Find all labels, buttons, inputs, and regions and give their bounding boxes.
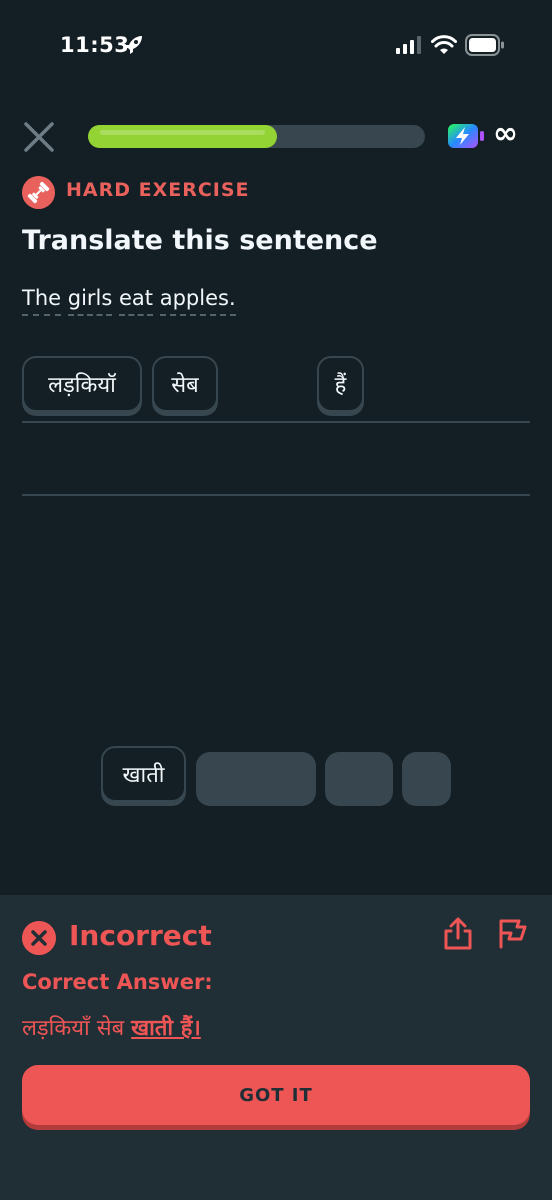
error-x-icon bbox=[22, 921, 56, 955]
word-bank-empty-slot bbox=[325, 752, 393, 806]
battery-icon bbox=[465, 34, 504, 56]
correct-answer-label: Correct Answer: bbox=[22, 970, 213, 994]
close-icon[interactable] bbox=[21, 119, 57, 155]
status-time: 11:53 bbox=[60, 33, 130, 57]
feedback-title: Incorrect bbox=[69, 919, 212, 952]
wifi-icon bbox=[431, 35, 457, 54]
status-bar: 11:53 bbox=[0, 0, 552, 90]
answer-line bbox=[22, 494, 530, 496]
prompt-word[interactable]: eat bbox=[119, 286, 154, 316]
dumbbell-icon bbox=[22, 176, 55, 209]
share-icon[interactable] bbox=[442, 917, 474, 951]
energy-value: ∞ bbox=[493, 116, 518, 151]
prompt-word[interactable]: apples. bbox=[159, 286, 236, 316]
exercise-screen: 11:53 ∞ HARD EXERCISE Translate this sen… bbox=[0, 0, 552, 1200]
flag-icon[interactable] bbox=[497, 917, 529, 951]
correct-answer-highlight: खाती हैं। bbox=[131, 1016, 201, 1041]
progress-bar bbox=[88, 125, 425, 148]
signal-icon bbox=[396, 36, 421, 54]
got-it-button[interactable]: GOT IT bbox=[22, 1065, 530, 1125]
answer-chip[interactable]: सेब bbox=[152, 356, 218, 412]
progress-fill bbox=[88, 125, 277, 148]
correct-answer-text: लड़कियाँ सेब खाती हैं। bbox=[22, 1012, 201, 1042]
word-bank-empty-slot bbox=[402, 752, 451, 806]
prompt-sentence: The girls eat apples. bbox=[22, 286, 236, 316]
word-bank-chip[interactable]: खाती bbox=[101, 746, 186, 802]
hard-exercise-label: HARD EXERCISE bbox=[66, 179, 250, 201]
word-bank-empty-slot bbox=[196, 752, 316, 806]
exercise-title: Translate this sentence bbox=[22, 225, 378, 256]
answer-chip[interactable]: लड़कियॉ bbox=[22, 356, 142, 412]
answer-line bbox=[22, 421, 530, 423]
prompt-word[interactable]: The bbox=[22, 286, 62, 316]
prompt-word[interactable]: girls bbox=[67, 286, 113, 316]
energy-icon[interactable] bbox=[447, 122, 485, 150]
correct-answer-plain: लड़कियाँ सेब bbox=[22, 1016, 125, 1041]
rocket-icon bbox=[124, 36, 142, 54]
answer-chip[interactable]: हैं bbox=[317, 356, 364, 412]
